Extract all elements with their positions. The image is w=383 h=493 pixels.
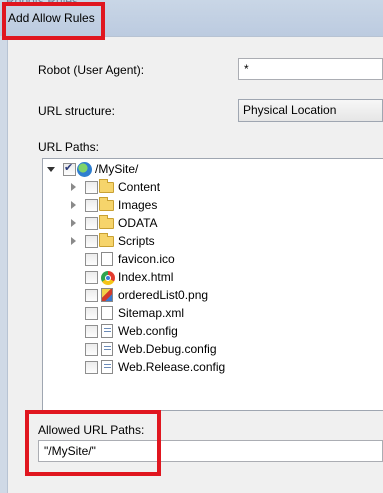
tree-item-label: ODATA <box>118 216 158 230</box>
folder-icon <box>99 179 114 193</box>
url-paths-tree[interactable]: /MySite/Content Images ODATA Scripts favicon… <box>42 158 383 411</box>
folder-icon <box>99 215 114 229</box>
url-structure-value: Physical Location <box>243 103 337 117</box>
file-icon <box>101 252 113 266</box>
dialog-title: Add Allow Rules <box>8 11 95 25</box>
tree-item-label: Web.Release.config <box>118 360 226 374</box>
expand-icon[interactable] <box>71 201 76 209</box>
tree-checkbox[interactable] <box>85 307 98 320</box>
robot-user-agent-input[interactable] <box>238 58 383 80</box>
tree-item-label: Content <box>118 180 161 194</box>
config-file-icon <box>101 342 113 356</box>
tree-checkbox[interactable] <box>85 181 98 194</box>
folder-icon <box>99 197 114 211</box>
expand-icon[interactable] <box>71 183 76 191</box>
folder-icon <box>99 233 114 247</box>
expand-icon[interactable] <box>71 237 76 245</box>
tree-item-label: Web.config <box>118 324 178 338</box>
chrome-icon <box>101 271 115 285</box>
file-icon <box>101 306 113 320</box>
title-bar: Robots Rules Add Allow Rules <box>0 0 383 36</box>
url-paths-label: URL Paths: <box>38 140 99 154</box>
tree-item-label: Scripts <box>118 234 155 248</box>
tree-item-label: Sitemap.xml <box>118 306 185 320</box>
tree-item-label: Index.html <box>118 270 174 284</box>
image-file-icon <box>101 288 113 302</box>
collapse-icon[interactable] <box>47 167 55 172</box>
robot-label: Robot (User Agent): <box>38 63 145 77</box>
tree-checkbox[interactable] <box>85 361 98 374</box>
tree-checkbox[interactable] <box>85 235 98 248</box>
tree-item-label: Web.Debug.config <box>118 342 217 356</box>
tree-item-label: favicon.ico <box>118 252 175 266</box>
url-structure-select[interactable]: Physical Location <box>238 99 383 122</box>
background-window-title: Robots Rules <box>6 0 79 8</box>
tree-checkbox[interactable] <box>85 343 98 356</box>
config-file-icon <box>101 324 113 338</box>
tree-item-label: Images <box>118 198 158 212</box>
config-file-icon <box>101 360 113 374</box>
globe-icon <box>77 162 92 177</box>
tree-checkbox[interactable] <box>85 289 98 302</box>
tree-checkbox[interactable] <box>85 325 98 338</box>
url-structure-label: URL structure: <box>38 104 115 118</box>
tree-item-label: /MySite/ <box>95 162 139 176</box>
allowed-url-paths-input[interactable] <box>38 440 383 462</box>
tree-checkbox[interactable] <box>85 271 98 284</box>
tree-checkbox[interactable] <box>85 199 98 212</box>
tree-checkbox[interactable] <box>63 161 76 176</box>
allowed-url-paths-label: Allowed URL Paths: <box>38 423 145 437</box>
tree-checkbox[interactable] <box>85 253 98 266</box>
tree-checkbox[interactable] <box>85 217 98 230</box>
tree-item-label: orderedList0.png <box>118 288 209 302</box>
expand-icon[interactable] <box>71 219 76 227</box>
